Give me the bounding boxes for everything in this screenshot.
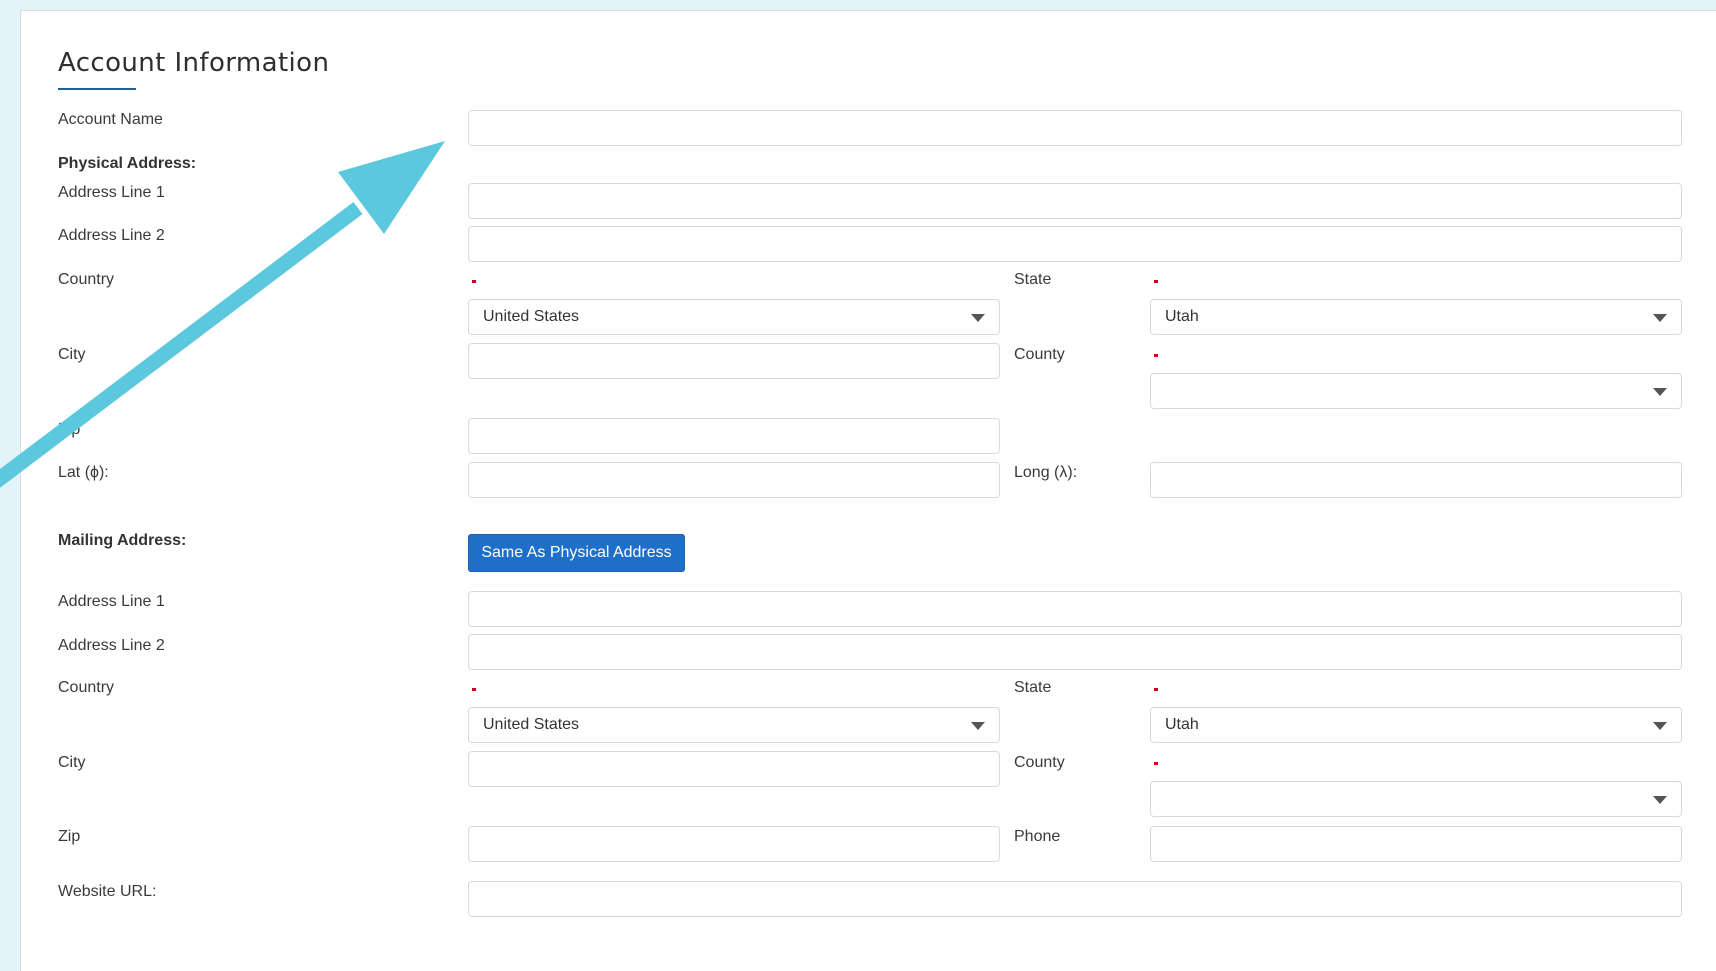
arrow-annotation-icon [0, 141, 445, 488]
